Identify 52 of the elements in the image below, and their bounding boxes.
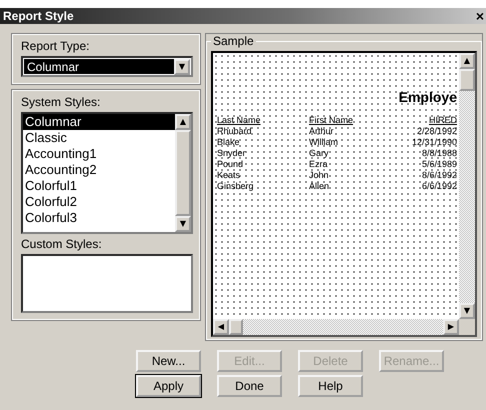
report-cell-text: Arthur: [309, 126, 335, 137]
custom-styles-label: Custom Styles:: [21, 236, 103, 251]
report-cell-text: Keats: [217, 170, 242, 181]
column-heading: Last Name: [217, 115, 262, 126]
done-button[interactable]: Done: [217, 375, 282, 397]
report-type-dropdown[interactable]: Columnar ▼: [21, 56, 193, 77]
sample-label: Sample: [212, 34, 255, 48]
scroll-right-button[interactable]: ▶: [443, 319, 459, 335]
report-cell-text: Rhubard: [217, 126, 253, 137]
report-cell-text: Blake: [217, 137, 241, 148]
column-heading: First Name: [309, 115, 354, 126]
style-list-item[interactable]: Classic: [23, 130, 175, 146]
style-list-item[interactable]: Accounting1: [23, 146, 175, 162]
report-cell: 12/31/1990: [412, 137, 457, 148]
report-cell-text: 2/28/1992: [416, 126, 457, 137]
report-cell-text: 5/6/1989: [420, 159, 457, 170]
close-button[interactable]: ×: [476, 9, 484, 23]
scroll-up-button[interactable]: ▲: [175, 114, 191, 130]
scroll-up-button[interactable]: ▲: [459, 53, 475, 69]
custom-styles-list[interactable]: [21, 254, 193, 313]
scroll-down-button[interactable]: ▼: [459, 303, 475, 319]
report-cell-text: Ezra: [309, 159, 329, 170]
style-list-item[interactable]: Colorful2: [23, 194, 175, 210]
help-button[interactable]: Help: [298, 375, 363, 397]
scroll-thumb[interactable]: [229, 319, 243, 335]
report-cell-text: 8/8/1988: [420, 148, 457, 159]
column-heading: HIRED: [428, 115, 457, 126]
window-title: Report Style: [3, 9, 74, 23]
scroll-down-button[interactable]: ▼: [175, 216, 191, 232]
style-list-item[interactable]: Columnar: [23, 114, 175, 130]
report-type-label: Report Type:: [21, 39, 90, 53]
system-styles-label: System Styles:: [21, 95, 102, 109]
scroll-left-button[interactable]: ◀: [213, 319, 229, 335]
report-cell-text: Allen: [309, 181, 330, 192]
scroll-thumb[interactable]: [175, 130, 191, 216]
style-list-item[interactable]: Accounting2: [23, 162, 175, 178]
report-title: Employe: [398, 89, 457, 105]
report-cell-text: 6/6/1992: [420, 181, 457, 192]
style-list-item[interactable]: Colorful3: [23, 210, 175, 226]
report-cell-text: 8/6/1992: [420, 170, 457, 181]
report-cell-text: William: [309, 137, 339, 148]
style-list-item[interactable]: Colorful1: [23, 178, 175, 194]
report-cell-text: Pound: [217, 159, 244, 170]
dropdown-arrow-button[interactable]: ▼: [174, 58, 190, 74]
new-button[interactable]: New...: [136, 350, 201, 372]
report-cell-text: Snyder: [217, 148, 247, 159]
report-cell-text: John: [309, 170, 330, 181]
scroll-thumb[interactable]: [459, 69, 475, 91]
dropdown-value: Columnar: [24, 59, 174, 74]
report-cell-text: Gary: [309, 148, 330, 159]
apply-button[interactable]: Apply: [136, 375, 201, 397]
report-cell-text: Ginsberg: [217, 181, 255, 192]
